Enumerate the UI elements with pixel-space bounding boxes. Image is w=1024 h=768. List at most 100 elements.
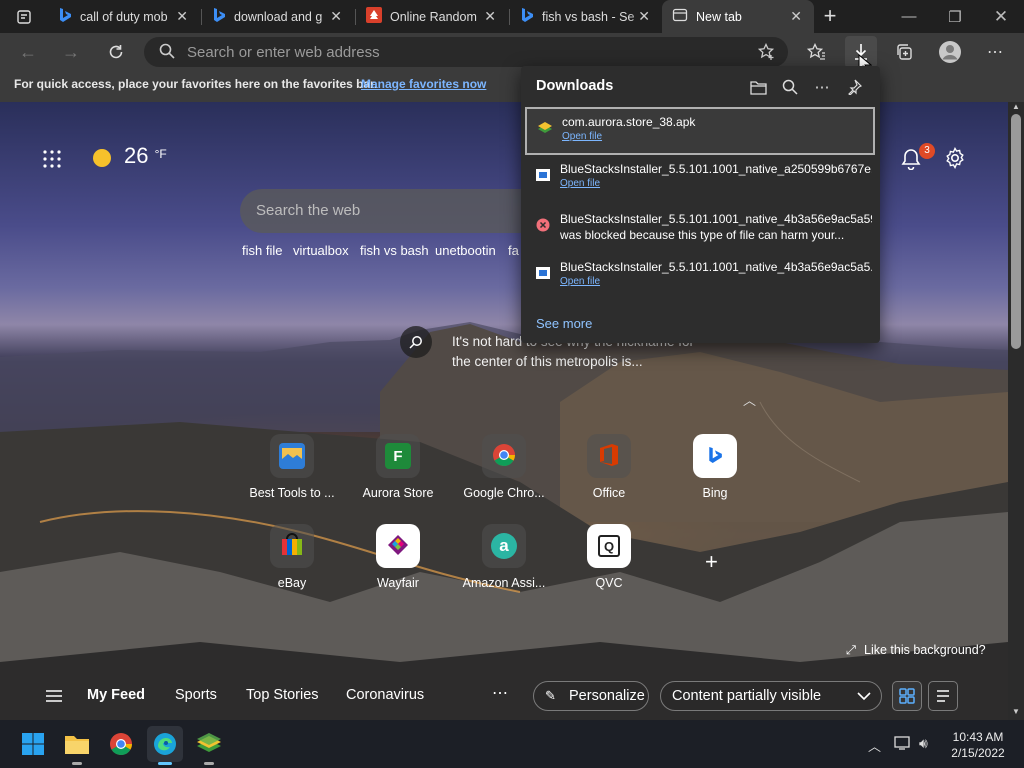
download-item[interactable]: com.aurora.store_38.apk Open file: [525, 107, 875, 155]
feed-menu-icon[interactable]: [45, 689, 63, 706]
wayfair-icon: [387, 534, 409, 559]
caption-line: the center of this metropolis is...: [452, 354, 643, 369]
back-button[interactable]: ←: [12, 36, 44, 68]
open-folder-icon[interactable]: [747, 76, 769, 98]
quick-link-office[interactable]: Office: [563, 434, 655, 500]
download-item[interactable]: BlueStacksInstaller_5.5.101.1001_native_…: [525, 254, 875, 302]
quick-link-aurora-store[interactable]: F Aurora Store: [352, 434, 444, 500]
weather-unit: °F: [154, 147, 167, 161]
restore-button[interactable]: ❐: [932, 0, 978, 33]
active-indicator: [158, 762, 172, 765]
address-bar[interactable]: Search or enter web address: [144, 37, 788, 67]
image-search-icon[interactable]: [400, 326, 432, 358]
scroll-up-icon[interactable]: ▲: [1012, 102, 1020, 111]
close-window-button[interactable]: ✕: [978, 0, 1024, 33]
tab-online-random[interactable]: Online Random ✕: [356, 0, 508, 33]
scrollbar-thumb[interactable]: [1011, 114, 1021, 349]
more-menu-icon[interactable]: ⋯: [979, 36, 1011, 68]
download-item[interactable]: BlueStacksInstaller_5.5.101.1001_native_…: [525, 156, 875, 204]
open-file-link[interactable]: Open file: [562, 131, 602, 142]
feed-more-icon[interactable]: ⋯: [492, 683, 508, 703]
page-scrollbar[interactable]: ▲ ▼: [1008, 102, 1024, 720]
quick-link-bing[interactable]: Bing: [669, 434, 761, 500]
web-search-box[interactable]: Search the web: [240, 189, 530, 233]
forward-button[interactable]: →: [55, 36, 87, 68]
suggestion-link[interactable]: virtualbox: [293, 243, 349, 258]
quick-link-label: Aurora Store: [362, 486, 434, 500]
taskbar-chrome[interactable]: [103, 726, 139, 762]
open-file-link[interactable]: Open file: [560, 276, 600, 287]
best-tools-icon: [279, 443, 305, 469]
minimize-button[interactable]: —: [886, 0, 932, 33]
tab-close-icon[interactable]: ✕: [790, 8, 802, 25]
chrome-icon: [110, 733, 132, 755]
chrome-icon: [492, 443, 516, 470]
personalize-button[interactable]: ✎ Personalize: [533, 681, 649, 711]
scroll-down-icon[interactable]: ▼: [1012, 707, 1020, 716]
manage-favorites-link[interactable]: Manage favorites now: [361, 77, 486, 91]
search-downloads-icon[interactable]: [779, 76, 801, 98]
suggestion-link[interactable]: fish vs bash: [360, 243, 429, 258]
tab-close-icon[interactable]: ✕: [176, 8, 188, 25]
chevron-down-icon: [857, 689, 871, 704]
feed-tab[interactable]: Coronavirus: [346, 687, 424, 703]
add-quick-link-button[interactable]: +: [705, 549, 718, 575]
clock-time: 10:43 AM: [952, 730, 1004, 744]
suggestion-link[interactable]: fa: [508, 243, 519, 258]
tab-close-icon[interactable]: ✕: [484, 8, 496, 25]
list-layout-button[interactable]: [928, 681, 958, 711]
tab-fish-vs-bash[interactable]: fish vs bash - Se ✕: [510, 0, 662, 33]
suggestion-link[interactable]: fish file: [242, 243, 282, 258]
refresh-button[interactable]: [100, 36, 132, 68]
add-favorite-icon[interactable]: [757, 42, 776, 64]
content-visibility-label: Content partially visible: [672, 688, 822, 704]
download-item-blocked[interactable]: BlueStacksInstaller_5.5.101.1001_native_…: [525, 206, 875, 254]
feed-tab[interactable]: Top Stories: [246, 687, 319, 703]
settings-gear-icon[interactable]: [944, 147, 966, 172]
tab-new-tab[interactable]: New tab ✕: [662, 0, 814, 33]
taskbar-file-explorer[interactable]: [59, 726, 95, 765]
quick-link-label: Best Tools to ...: [249, 486, 335, 500]
download-filename: BlueStacksInstaller_5.5.101.1001_native_…: [560, 212, 872, 226]
taskbar-bluestacks[interactable]: [191, 726, 227, 765]
downloads-more-icon[interactable]: ⋯: [811, 76, 833, 98]
blocked-message: was blocked because this type of file ca…: [560, 228, 845, 242]
weather-widget[interactable]: 26 °F: [124, 143, 167, 169]
show-hidden-icons[interactable]: ︿: [868, 736, 881, 755]
feed-tab-my-feed[interactable]: My Feed: [87, 687, 145, 703]
taskbar-edge[interactable]: [147, 726, 183, 765]
volume-icon[interactable]: 🔊︎: [919, 735, 928, 752]
tab-download[interactable]: download and g ✕: [202, 0, 354, 33]
collapse-chevron-icon[interactable]: ︿: [743, 390, 756, 409]
quick-link-ebay[interactable]: eBay: [246, 524, 338, 590]
grid-layout-button[interactable]: [892, 681, 922, 711]
network-icon[interactable]: [894, 735, 912, 754]
apps-launcher-icon[interactable]: [43, 150, 61, 171]
qvc-icon: Q: [598, 535, 620, 557]
see-more-link[interactable]: See more: [536, 316, 592, 331]
collections-icon[interactable]: [888, 36, 920, 68]
tab-close-icon[interactable]: ✕: [638, 8, 650, 25]
tab-call-of-duty[interactable]: call of duty mob ✕: [48, 0, 200, 33]
quick-link-qvc[interactable]: Q QVC: [563, 524, 655, 590]
open-file-link[interactable]: Open file: [560, 178, 600, 189]
pin-icon[interactable]: [843, 76, 865, 98]
favorites-icon[interactable]: [800, 36, 832, 68]
like-background-button[interactable]: ⤢ Like this background?: [846, 643, 986, 658]
quick-link-google-chrome[interactable]: Google Chro...: [458, 434, 550, 500]
quick-link-wayfair[interactable]: Wayfair: [352, 524, 444, 590]
feed-tab[interactable]: Sports: [175, 687, 217, 703]
quick-link-amazon-assistant[interactable]: a Amazon Assi...: [458, 524, 550, 590]
blocked-icon: [535, 217, 551, 233]
start-button[interactable]: [15, 726, 51, 762]
list-icon: [937, 690, 949, 702]
quick-link-label: Office: [592, 486, 626, 500]
content-visibility-dropdown[interactable]: Content partially visible: [660, 681, 882, 711]
quick-link-best-tools[interactable]: Best Tools to ...: [246, 434, 338, 500]
new-tab-button[interactable]: +: [814, 0, 846, 32]
tab-actions-icon[interactable]: [8, 1, 40, 33]
suggestion-link[interactable]: unetbootin: [435, 243, 496, 258]
system-clock[interactable]: 10:43 AM 2/15/2022: [948, 729, 1008, 761]
tab-close-icon[interactable]: ✕: [330, 8, 342, 25]
profile-avatar[interactable]: [934, 36, 966, 68]
